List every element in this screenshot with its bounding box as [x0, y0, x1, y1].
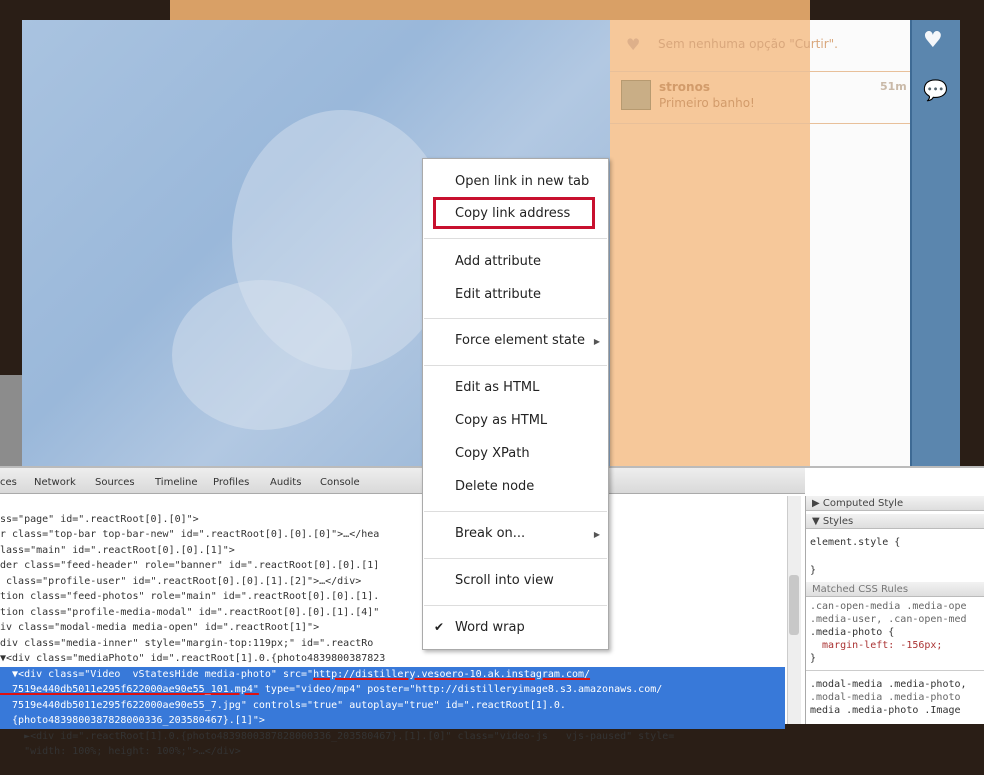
- tab-timeline[interactable]: Timeline: [155, 477, 198, 488]
- menu-word-wrap[interactable]: Word wrap: [455, 620, 525, 635]
- css-selector: media .media-photo .Image: [810, 705, 961, 716]
- code-text: 7519e440db5011e295f622000ae90e55_7.jpg" …: [0, 699, 566, 711]
- dom-node[interactable]: ►<div id=".reactRoot[1].0.{photo48398003…: [0, 729, 785, 745]
- code-text: ▼<div class="Video vStatesHide media-pho…: [0, 668, 314, 680]
- dom-node[interactable]: lass="main" id=".reactRoot[0].[0].[1]">: [0, 543, 785, 559]
- css-selector: .modal-media .media-photo,: [810, 679, 967, 690]
- scrollbar-thumb[interactable]: [789, 575, 799, 635]
- computed-style-header[interactable]: ▶ Computed Style: [806, 496, 984, 511]
- menu-copy-as-html[interactable]: Copy as HTML: [455, 413, 547, 428]
- like-heart-icon[interactable]: ♥: [923, 28, 943, 53]
- code-text: {photo4839800387828000336_203580467}.[1]…: [0, 715, 265, 726]
- submenu-arrow-icon: ▶: [593, 337, 600, 346]
- video-src-file[interactable]: 7519e440db5011e295f622000ae90e55_101.mp4…: [0, 684, 259, 695]
- dom-node[interactable]: div class="media-inner" style="margin-to…: [0, 636, 785, 652]
- tab-profiles[interactable]: Profiles: [213, 477, 249, 488]
- css-selector: .can-open-media .media-ope: [810, 601, 967, 612]
- css-selector: .media-user, .can-open-med: [810, 614, 967, 625]
- context-menu: Open link in new tab Copy link address A…: [422, 158, 609, 650]
- comment-time: 51m: [880, 80, 907, 93]
- top-strip: [170, 0, 810, 20]
- css-selector: .modal-media .media-photo: [810, 692, 961, 703]
- tab-resources[interactable]: ces: [0, 477, 17, 488]
- dom-node[interactable]: der class="feed-header" role="banner" id…: [0, 558, 785, 574]
- dom-node[interactable]: tion class="profile-media-modal" id=".re…: [0, 605, 785, 621]
- element-style-close: }: [810, 565, 817, 576]
- css-selector: .media-photo {: [810, 627, 895, 638]
- dom-node[interactable]: iv class="modal-media media-open" id=".r…: [0, 620, 785, 636]
- menu-force-element-state[interactable]: Force element state: [455, 333, 585, 348]
- comment-text: Primeiro banho!: [659, 96, 755, 110]
- menu-separator: [424, 238, 607, 239]
- menu-delete-node[interactable]: Delete node: [455, 479, 534, 494]
- menu-add-attribute[interactable]: Add attribute: [455, 254, 541, 269]
- styles-sidebar: ▶ Computed Style ▼ Styles element.style …: [805, 496, 984, 724]
- menu-separator: [424, 511, 607, 512]
- css-close: }: [810, 653, 817, 664]
- dom-node[interactable]: ▼<div class="mediaPhoto" id=".reactRoot[…: [0, 651, 785, 667]
- menu-edit-as-html[interactable]: Edit as HTML: [455, 380, 539, 395]
- menu-separator: [424, 605, 607, 606]
- element-style[interactable]: element.style {: [810, 536, 900, 549]
- dom-node[interactable]: r class="top-bar top-bar-new" id=".react…: [0, 527, 785, 543]
- highlight-box: [433, 197, 595, 229]
- video-src-url[interactable]: http://distillery.vesoero-10.ak.instagra…: [313, 669, 590, 680]
- dom-node[interactable]: class="profile-user" id=".reactRoot[0].[…: [0, 574, 785, 590]
- menu-break-on[interactable]: Break on...: [455, 526, 525, 541]
- matched-rules-header: Matched CSS Rules: [806, 582, 984, 597]
- code-text: type="video/mp4" poster="http://distille…: [258, 684, 663, 695]
- submenu-arrow-icon: ▶: [593, 530, 600, 539]
- checkmark-icon: ✔: [434, 620, 445, 634]
- tab-console[interactable]: Console: [320, 477, 360, 488]
- menu-scroll-into-view[interactable]: Scroll into view: [455, 573, 554, 588]
- background-edge: [0, 375, 22, 466]
- dom-node[interactable]: tion class="feed-photos" role="main" id=…: [0, 589, 785, 605]
- comment-bubble-icon[interactable]: 💬: [923, 78, 948, 102]
- avatar[interactable]: [621, 80, 651, 110]
- tab-network[interactable]: Network: [34, 477, 76, 488]
- dom-node: "width: 100%; height: 100%;">…</div>: [0, 746, 241, 757]
- tab-sources[interactable]: Sources: [95, 477, 135, 488]
- menu-open-link-new-tab[interactable]: Open link in new tab: [455, 174, 589, 189]
- menu-separator: [424, 318, 607, 319]
- dom-node[interactable]: ss="page" id=".reactRoot[0].[0]">: [0, 512, 785, 528]
- menu-copy-xpath[interactable]: Copy XPath: [455, 446, 530, 461]
- elements-tree: ss="page" id=".reactRoot[0].[0]"> r class…: [0, 496, 785, 775]
- menu-separator: [424, 558, 607, 559]
- selected-dom-node[interactable]: ▼<div class="Video vStatesHide media-pho…: [0, 666, 785, 729]
- css-property[interactable]: margin-left: -156px;: [810, 639, 942, 652]
- comment-row: [610, 72, 910, 124]
- menu-edit-attribute[interactable]: Edit attribute: [455, 287, 541, 302]
- likes-text: Sem nenhuma opção "Curtir".: [658, 37, 838, 51]
- tab-audits[interactable]: Audits: [270, 477, 301, 488]
- divider: [806, 670, 984, 671]
- styles-header[interactable]: ▼ Styles: [806, 514, 984, 529]
- menu-separator: [424, 365, 607, 366]
- comment-user[interactable]: stronos: [659, 80, 710, 94]
- devtools-tabs: ces Network Sources Timeline Profiles Au…: [0, 468, 805, 494]
- heart-icon: ♥: [626, 35, 641, 54]
